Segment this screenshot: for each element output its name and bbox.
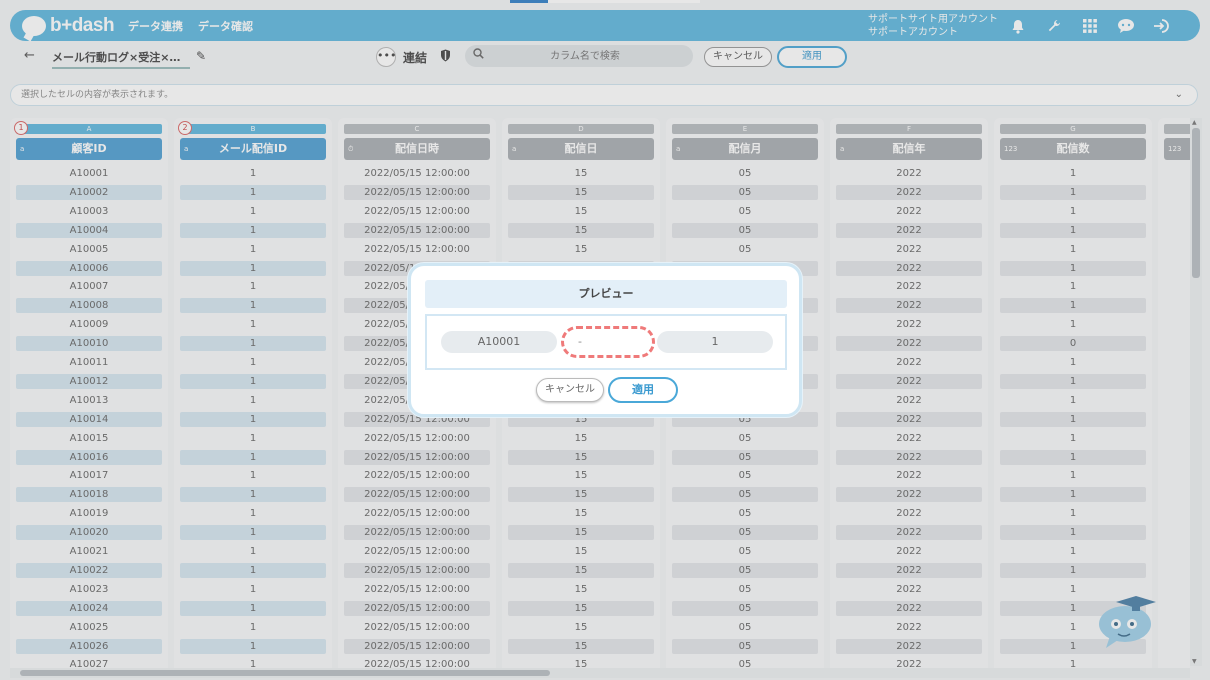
apply-button[interactable]: 適用: [608, 377, 678, 403]
preview-value-customer-id: A10001: [441, 331, 557, 353]
preview-dialog: プレビュー A10001 - 1 キャンセル 適用: [408, 263, 802, 417]
preview-values: A10001 - 1: [425, 314, 787, 370]
cancel-button[interactable]: キャンセル: [536, 378, 604, 402]
preview-value-mail-id: 1: [657, 331, 773, 353]
preview-dialog-title: プレビュー: [425, 280, 787, 308]
preview-value-missing: -: [561, 326, 655, 358]
